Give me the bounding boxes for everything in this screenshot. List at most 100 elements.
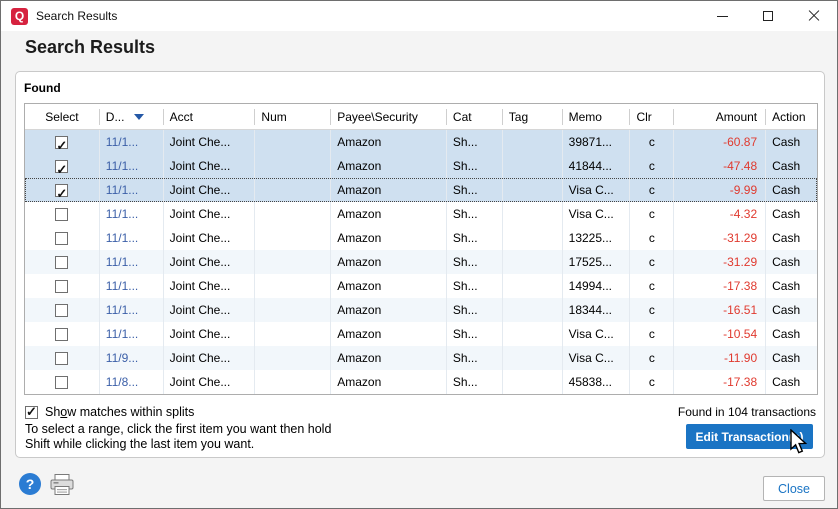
row-select-checkbox[interactable] [55, 328, 68, 341]
num-cell [254, 370, 330, 394]
column-header-clr[interactable]: Clr [629, 109, 673, 125]
payee-cell: Amazon [330, 250, 446, 274]
action-cell: Cash [765, 202, 817, 226]
maximize-button[interactable] [745, 1, 791, 31]
row-select-cell[interactable] [25, 298, 99, 322]
clr-cell: c [629, 370, 673, 394]
num-cell [254, 178, 330, 202]
tag-cell [502, 154, 562, 178]
row-select-cell[interactable] [25, 130, 99, 154]
num-cell [254, 130, 330, 154]
num-cell [254, 298, 330, 322]
payee-cell: Amazon [330, 178, 446, 202]
column-header-select[interactable]: Select [25, 109, 99, 125]
cat-cell: Sh... [446, 250, 502, 274]
found-label: Found [24, 81, 61, 95]
acct-cell: Joint Che... [163, 226, 255, 250]
column-header-num[interactable]: Num [254, 109, 330, 125]
row-select-checkbox[interactable] [55, 256, 68, 269]
minimize-button[interactable] [699, 1, 745, 31]
page-title: Search Results [25, 37, 155, 58]
column-header-action[interactable]: Action [765, 109, 817, 125]
memo-cell: 13225... [562, 226, 630, 250]
row-select-cell[interactable] [25, 322, 99, 346]
row-select-cell[interactable] [25, 274, 99, 298]
amount-cell: -31.29 [673, 250, 765, 274]
table-row[interactable]: 11/1...Joint Che...AmazonSh...17525...c-… [25, 250, 817, 274]
close-window-button[interactable] [791, 1, 837, 31]
column-header-acct[interactable]: Acct [163, 109, 255, 125]
column-header-payee[interactable]: Payee\Security [330, 109, 446, 125]
show-splits-label: Show matches within splits [45, 405, 194, 419]
cat-cell: Sh... [446, 130, 502, 154]
amount-cell: -60.87 [673, 130, 765, 154]
printer-icon [49, 474, 75, 495]
memo-cell: 45838... [562, 370, 630, 394]
column-header-tag[interactable]: Tag [502, 109, 562, 125]
row-select-checkbox[interactable] [55, 232, 68, 245]
amount-cell: -31.29 [673, 226, 765, 250]
table-row[interactable]: 11/1...Joint Che...AmazonSh...13225...c-… [25, 226, 817, 250]
tag-cell [502, 178, 562, 202]
quicken-logo-icon: Q [11, 8, 28, 25]
table-row[interactable]: 11/1...Joint Che...AmazonSh...Visa C...c… [25, 178, 817, 202]
search-results-dialog: Q Search Results Search Results Found Se… [0, 0, 838, 509]
num-cell [254, 250, 330, 274]
tag-cell [502, 130, 562, 154]
row-select-checkbox[interactable] [55, 184, 68, 197]
tag-cell [502, 202, 562, 226]
window-title: Search Results [36, 9, 117, 23]
row-select-checkbox[interactable] [55, 376, 68, 389]
clr-cell: c [629, 202, 673, 226]
table-row[interactable]: 11/1...Joint Che...AmazonSh...14994...c-… [25, 274, 817, 298]
print-button[interactable] [49, 474, 75, 495]
num-cell [254, 274, 330, 298]
payee-cell: Amazon [330, 274, 446, 298]
table-row[interactable]: 11/1...Joint Che...AmazonSh...41844...c-… [25, 154, 817, 178]
date-cell: 11/1... [99, 130, 163, 154]
row-select-checkbox[interactable] [55, 136, 68, 149]
table-row[interactable]: 11/9...Joint Che...AmazonSh...Visa C...c… [25, 346, 817, 370]
maximize-icon [763, 11, 773, 21]
row-select-cell[interactable] [25, 250, 99, 274]
column-header-memo[interactable]: Memo [562, 109, 630, 125]
date-cell: 11/1... [99, 322, 163, 346]
window-controls [699, 1, 837, 31]
row-select-cell[interactable] [25, 202, 99, 226]
table-row[interactable]: 11/1...Joint Che...AmazonSh...18344...c-… [25, 298, 817, 322]
cat-cell: Sh... [446, 370, 502, 394]
amount-cell: -17.38 [673, 370, 765, 394]
acct-cell: Joint Che... [163, 178, 255, 202]
amount-cell: -10.54 [673, 322, 765, 346]
row-select-checkbox[interactable] [55, 280, 68, 293]
row-select-checkbox[interactable] [55, 160, 68, 173]
row-select-checkbox[interactable] [55, 208, 68, 221]
row-select-cell[interactable] [25, 154, 99, 178]
help-button[interactable]: ? [19, 473, 41, 495]
close-dialog-button[interactable]: Close [763, 476, 825, 501]
row-select-checkbox[interactable] [55, 304, 68, 317]
table-row[interactable]: 11/8...Joint Che...AmazonSh...45838...c-… [25, 370, 817, 394]
found-count-text: Found in 104 transactions [678, 405, 816, 419]
payee-cell: Amazon [330, 370, 446, 394]
cat-cell: Sh... [446, 298, 502, 322]
table-row[interactable]: 11/1...Joint Che...AmazonSh...39871...c-… [25, 130, 817, 154]
table-row[interactable]: 11/1...Joint Che...AmazonSh...Visa C...c… [25, 322, 817, 346]
table-row[interactable]: 11/1...Joint Che...AmazonSh...Visa C...c… [25, 202, 817, 226]
row-select-cell[interactable] [25, 370, 99, 394]
tag-cell [502, 226, 562, 250]
row-select-cell[interactable] [25, 346, 99, 370]
tag-cell [502, 346, 562, 370]
payee-cell: Amazon [330, 346, 446, 370]
action-cell: Cash [765, 274, 817, 298]
column-header-cat[interactable]: Cat [446, 109, 502, 125]
row-select-cell[interactable] [25, 178, 99, 202]
show-splits-checkbox[interactable] [25, 406, 38, 419]
minimize-icon [717, 16, 728, 17]
payee-cell: Amazon [330, 298, 446, 322]
column-header-amount[interactable]: Amount [673, 109, 765, 125]
row-select-cell[interactable] [25, 226, 99, 250]
clr-cell: c [629, 346, 673, 370]
column-header-date[interactable]: D... [99, 109, 163, 125]
row-select-checkbox[interactable] [55, 352, 68, 365]
